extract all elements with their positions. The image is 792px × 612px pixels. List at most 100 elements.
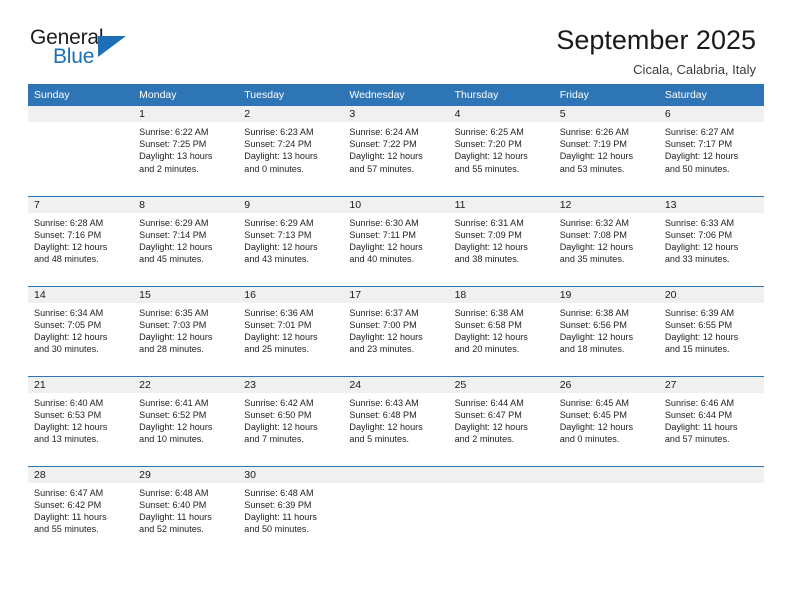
sunrise-text: Sunrise: 6:24 AM <box>349 127 419 137</box>
sunrise-text: Sunrise: 6:39 AM <box>664 307 735 318</box>
calendar-day-cell[interactable]: 27 Sunrise: 6:46 AM Sunset: 6:44 PM Dayligh… <box>658 375 764 466</box>
daylight-text-line2: and 38 minutes. <box>454 254 520 265</box>
sunrise-text: Sunrise: 6:30 AM <box>349 217 419 228</box>
day-details: Sunrise: 6:48 AM Sunset: 6:39 PM Daylight:… <box>238 483 343 536</box>
daylight-text-line1: Daylight: 12 hours <box>664 241 739 252</box>
calendar-day-cell[interactable]: 16 Sunrise: 6:36 AM Sunset: 7:01 PM Dayligh… <box>238 285 344 376</box>
sunset-text: Sunset: 6:44 PM <box>664 409 733 420</box>
calendar-day-cell[interactable]: 20 Sunrise: 6:39 AM Sunset: 6:55 PM Dayligh… <box>658 285 764 376</box>
calendar-day-cell[interactable]: 25 Sunrise: 6:44 AM Sunset: 6:47 PM Dayligh… <box>448 375 554 466</box>
daylight-text-line2: and 55 minutes. <box>454 163 520 174</box>
calendar-day-cell[interactable]: 15 Sunrise: 6:35 AM Sunset: 7:03 PM Dayligh… <box>133 285 239 376</box>
calendar-day-cell[interactable]: 7 Sunrise: 6:28 AM Sunset: 7:16 PM Daylight… <box>28 195 134 286</box>
calendar-day-cell[interactable]: 3 Sunrise: 6:24 AM Sunset: 7:22 PM Daylight… <box>343 106 449 196</box>
day-details: Sunrise: 6:26 AM Sunset: 7:19 PM Daylight:… <box>554 122 659 175</box>
sunset-text: Sunset: 7:05 PM <box>34 319 102 330</box>
calendar-day-cell[interactable]: 11 Sunrise: 6:31 AM Sunset: 7:09 PM Dayligh… <box>448 195 554 286</box>
weekday-header-friday: Friday <box>553 84 659 106</box>
day-details: Sunrise: 6:32 AM Sunset: 7:08 PM Daylight:… <box>554 213 659 266</box>
day-details: Sunrise: 6:28 AM Sunset: 7:16 PM Daylight:… <box>28 213 133 266</box>
calendar-day-cell[interactable]: 14 Sunrise: 6:34 AM Sunset: 7:05 PM Dayligh… <box>28 285 134 376</box>
calendar-empty-cell <box>553 465 659 556</box>
sunrise-text: Sunrise: 6:42 AM <box>244 397 314 408</box>
day-details: Sunrise: 6:45 AM Sunset: 6:45 PM Daylight:… <box>554 393 659 446</box>
calendar-day-cell[interactable]: 17 Sunrise: 6:37 AM Sunset: 7:00 PM Dayligh… <box>343 285 449 376</box>
day-details: Sunrise: 6:25 AM Sunset: 7:20 PM Daylight:… <box>449 122 554 175</box>
calendar-day-cell[interactable]: 2 Sunrise: 6:23 AM Sunset: 7:24 PM Daylight… <box>238 106 344 196</box>
weekday-header-saturday: Saturday <box>658 84 764 106</box>
sunset-text: Sunset: 6:40 PM <box>139 499 207 510</box>
calendar-day-cell[interactable]: 28 Sunrise: 6:47 AM Sunset: 6:42 PM Dayligh… <box>28 465 134 556</box>
sunrise-text: Sunrise: 6:40 AM <box>34 397 104 408</box>
sunset-text: Sunset: 7:22 PM <box>349 139 417 150</box>
calendar-day-cell[interactable]: 4 Sunrise: 6:25 AM Sunset: 7:20 PM Daylight… <box>448 106 554 196</box>
daylight-text-line1: Daylight: 12 hours <box>139 241 213 252</box>
day-number: 11 <box>448 196 554 213</box>
calendar-week-row: 14 Sunrise: 6:34 AM Sunset: 7:05 PM Dayligh… <box>28 285 764 376</box>
day-number: 6 <box>658 106 764 122</box>
daylight-text-line1: Daylight: 11 hours <box>139 511 212 522</box>
calendar-day-cell[interactable]: 23 Sunrise: 6:42 AM Sunset: 6:50 PM Dayligh… <box>238 375 344 466</box>
day-number <box>553 466 659 483</box>
calendar-day-cell[interactable]: 8 Sunrise: 6:29 AM Sunset: 7:14 PM Daylight… <box>133 195 239 286</box>
sunset-text: Sunset: 6:56 PM <box>559 319 627 330</box>
calendar-day-cell[interactable]: 13 Sunrise: 6:33 AM Sunset: 7:06 PM Dayligh… <box>658 195 764 286</box>
daylight-text-line2: and 40 minutes. <box>349 254 415 265</box>
calendar-day-cell[interactable]: 18 Sunrise: 6:38 AM Sunset: 6:58 PM Dayligh… <box>448 285 554 376</box>
calendar-week-row: 1 Sunrise: 6:22 AM Sunset: 7:25 PM Daylight… <box>28 106 764 196</box>
calendar-day-cell[interactable]: 9 Sunrise: 6:29 AM Sunset: 7:13 PM Daylight… <box>238 195 344 286</box>
sunset-text: Sunset: 7:24 PM <box>244 139 312 150</box>
day-number: 2 <box>238 106 344 122</box>
calendar-day-cell[interactable]: 30 Sunrise: 6:48 AM Sunset: 6:39 PM Dayligh… <box>238 465 344 556</box>
calendar-day-cell[interactable]: 1 Sunrise: 6:22 AM Sunset: 7:25 PM Daylight… <box>133 106 239 196</box>
sunset-text: Sunset: 7:08 PM <box>559 229 627 240</box>
daylight-text-line1: Daylight: 11 hours <box>244 511 317 522</box>
calendar-week-row: 7 Sunrise: 6:28 AM Sunset: 7:16 PM Daylight… <box>28 195 764 286</box>
daylight-text-line2: and 50 minutes. <box>664 163 730 174</box>
calendar-day-cell[interactable]: 22 Sunrise: 6:41 AM Sunset: 6:52 PM Dayligh… <box>133 375 239 466</box>
daylight-text-line1: Daylight: 12 hours <box>349 241 423 252</box>
daylight-text-line1: Daylight: 12 hours <box>559 331 633 342</box>
sunrise-text: Sunrise: 6:46 AM <box>664 397 735 408</box>
calendar-day-cell[interactable]: 19 Sunrise: 6:38 AM Sunset: 6:56 PM Dayligh… <box>553 285 659 376</box>
daylight-text-line1: Daylight: 12 hours <box>454 421 528 432</box>
sunrise-text: Sunrise: 6:32 AM <box>559 217 629 228</box>
daylight-text-line1: Daylight: 12 hours <box>34 421 108 432</box>
sunset-text: Sunset: 7:09 PM <box>454 229 522 240</box>
day-number: 13 <box>658 196 764 213</box>
calendar-day-cell[interactable]: 12 Sunrise: 6:32 AM Sunset: 7:08 PM Dayligh… <box>553 195 659 286</box>
daylight-text-line2: and 18 minutes. <box>559 344 625 355</box>
daylight-text-line1: Daylight: 12 hours <box>664 151 739 162</box>
sunrise-text: Sunrise: 6:35 AM <box>139 307 209 318</box>
daylight-text-line2: and 43 minutes. <box>244 254 309 265</box>
calendar-day-cell[interactable]: 6 Sunrise: 6:27 AM Sunset: 7:17 PM Daylight… <box>658 106 764 196</box>
calendar-day-cell[interactable]: 24 Sunrise: 6:43 AM Sunset: 6:48 PM Dayligh… <box>343 375 449 466</box>
daylight-text-line1: Daylight: 12 hours <box>139 421 213 432</box>
day-number: 21 <box>28 376 134 393</box>
sunrise-text: Sunrise: 6:36 AM <box>244 307 314 318</box>
calendar-day-cell[interactable]: 5 Sunrise: 6:26 AM Sunset: 7:19 PM Daylight… <box>553 106 659 196</box>
calendar-day-cell[interactable]: 26 Sunrise: 6:45 AM Sunset: 6:45 PM Dayligh… <box>553 375 659 466</box>
calendar-day-cell[interactable]: 21 Sunrise: 6:40 AM Sunset: 6:53 PM Dayligh… <box>28 375 134 466</box>
daylight-text-line1: Daylight: 12 hours <box>664 331 739 342</box>
calendar-day-cell[interactable]: 10 Sunrise: 6:30 AM Sunset: 7:11 PM Dayligh… <box>343 195 449 286</box>
day-details: Sunrise: 6:30 AM Sunset: 7:11 PM Daylight:… <box>343 213 448 266</box>
day-details: Sunrise: 6:43 AM Sunset: 6:48 PM Daylight:… <box>343 393 448 446</box>
daylight-text-line1: Daylight: 12 hours <box>349 151 423 162</box>
sunrise-text: Sunrise: 6:38 AM <box>559 307 629 318</box>
daylight-text-line1: Daylight: 12 hours <box>244 331 318 342</box>
day-details: Sunrise: 6:29 AM Sunset: 7:14 PM Daylight:… <box>133 213 238 266</box>
sunrise-text: Sunrise: 6:23 AM <box>244 127 314 137</box>
daylight-text-line2: and 10 minutes. <box>139 434 204 445</box>
sunrise-text: Sunrise: 6:29 AM <box>139 217 209 228</box>
day-details: Sunrise: 6:22 AM Sunset: 7:25 PM Daylight:… <box>133 122 238 175</box>
page-subtitle: Cicala, Calabria, Italy <box>633 62 756 78</box>
sunrise-text: Sunrise: 6:48 AM <box>244 487 314 498</box>
page-title: September 2025 <box>556 25 756 55</box>
day-number: 10 <box>343 196 449 213</box>
day-details: Sunrise: 6:38 AM Sunset: 6:58 PM Daylight:… <box>449 303 554 356</box>
calendar-day-cell[interactable]: 29 Sunrise: 6:48 AM Sunset: 6:40 PM Dayligh… <box>133 465 239 556</box>
day-number: 25 <box>448 376 554 393</box>
brand-logo[interactable]: General Blue <box>30 26 142 74</box>
sunrise-text: Sunrise: 6:26 AM <box>559 127 629 137</box>
